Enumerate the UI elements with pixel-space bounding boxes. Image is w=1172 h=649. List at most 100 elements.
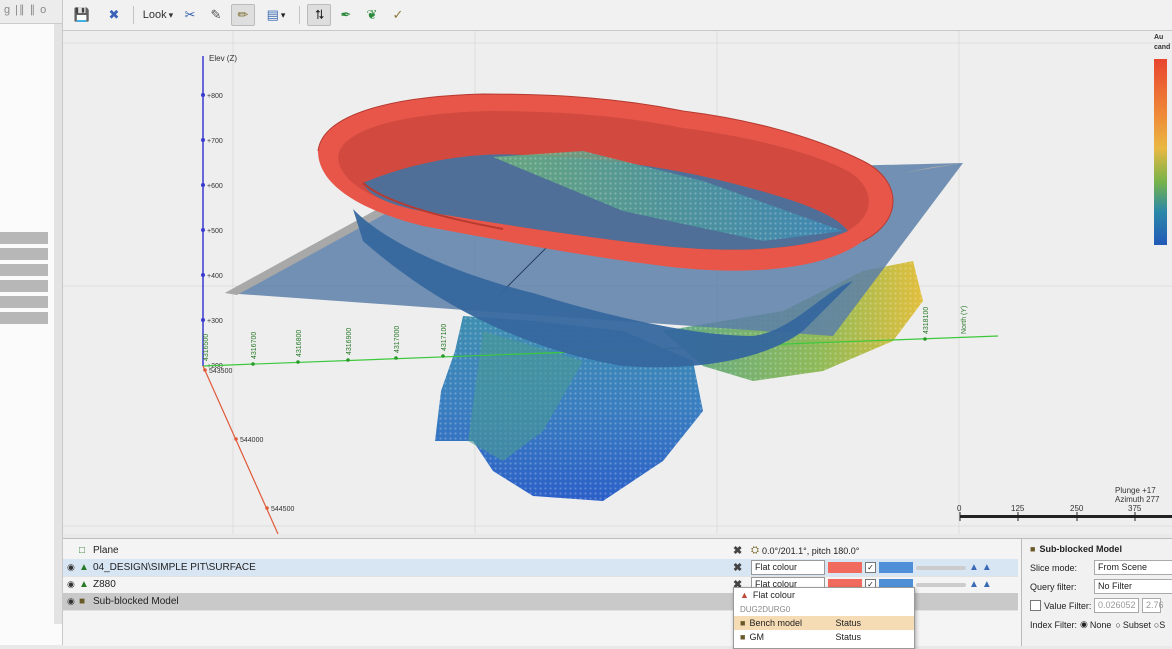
- opacity-slider[interactable]: [916, 582, 966, 587]
- value-filter-min[interactable]: 0.026052: [1094, 598, 1139, 613]
- tree-item[interactable]: [0, 312, 48, 324]
- legend-title: Au: [1154, 34, 1163, 41]
- paint-icon[interactable]: ▲: [969, 562, 979, 573]
- visibility-icon[interactable]: ◉: [67, 596, 79, 607]
- select-tool-button[interactable]: ⮁: [307, 4, 331, 26]
- value-filter-checkbox[interactable]: [1030, 600, 1041, 611]
- scene-viewport[interactable]: Elev (Z) +800 +700 +600 +500 +400 +300 +…: [63, 31, 1172, 534]
- block-model-icon: ■: [1030, 543, 1036, 554]
- slice-mode-select[interactable]: From Scene: [1094, 560, 1172, 575]
- object-name: Plane: [93, 545, 119, 556]
- elevation-axis: Elev (Z) +800 +700 +600 +500 +400 +300 +…: [201, 54, 237, 370]
- value-filter-label: Value Filter:: [1044, 600, 1092, 611]
- query-filter-select[interactable]: No Filter: [1094, 579, 1172, 594]
- north-axis-label: North (Y): [961, 306, 968, 334]
- option-label: Bench model: [749, 618, 802, 628]
- index-subset-label: Subset: [1122, 619, 1151, 630]
- transparency-checkbox[interactable]: ✓: [865, 562, 876, 573]
- look-label: Look: [142, 9, 167, 21]
- east-tick: 544000: [240, 437, 263, 444]
- option-label: Flat colour: [752, 590, 795, 600]
- chevron-down-icon: ▾: [168, 9, 174, 20]
- block-model-icon: ■: [79, 596, 86, 607]
- colour-swatch[interactable]: [828, 562, 862, 573]
- tree-item[interactable]: [0, 296, 48, 308]
- plunge-text: Plunge +17: [1115, 486, 1156, 495]
- east-tick: 544500: [271, 506, 294, 513]
- index-none-radio[interactable]: ◉: [1080, 619, 1088, 630]
- north-tick: 4316800: [296, 330, 303, 357]
- east-axis: 543500 544000 544500: [202, 365, 294, 534]
- option-status: Status: [835, 618, 861, 628]
- polyline-tool-button[interactable]: ✒: [335, 4, 357, 26]
- tree-item[interactable]: [0, 280, 48, 292]
- save-scene-button[interactable]: 💾: [71, 4, 93, 26]
- north-tick: 4317100: [441, 324, 448, 351]
- properties-panel: ■ Sub-blocked Model Slice mode: From Scene…: [1021, 539, 1172, 646]
- eraser-icon: ✖: [108, 7, 120, 22]
- dropdown-option-flat-colour[interactable]: ▲ Flat colour: [734, 588, 914, 602]
- draw-button[interactable]: ✏: [231, 4, 255, 26]
- north-tick: 4318100: [923, 307, 930, 334]
- measure-tool-button[interactable]: ✓: [387, 4, 409, 26]
- tree-scrollbar[interactable]: [54, 24, 62, 624]
- scale-tick: 375: [1128, 504, 1142, 513]
- index-filter-label: Index Filter:: [1030, 619, 1078, 630]
- properties-icon[interactable]: ▲: [982, 562, 992, 573]
- surface-icon: ▲: [79, 562, 89, 573]
- colour-mode-dropdown[interactable]: ▲ Flat colour DUG2DURG0 ■ Bench model Statu…: [733, 587, 915, 649]
- measure-icon: ✓: [392, 7, 404, 22]
- scale-tick: 125: [1011, 504, 1025, 513]
- index-subset-radio[interactable]: ○: [1115, 620, 1120, 630]
- view-mode-dropdown[interactable]: ▤ ▾: [259, 4, 293, 26]
- orientation-readout: Plunge +17 Azimuth 277: [1115, 486, 1160, 504]
- object-row[interactable]: ◉ ▲ 04_DESIGN\SIMPLE PIT\SURFACE ✖ Flat …: [63, 559, 1018, 577]
- north-tick: 4316700: [251, 332, 258, 359]
- cursor-icon: ⮁: [313, 7, 325, 22]
- scissors-icon: ✂: [184, 7, 196, 22]
- visibility-icon[interactable]: ◉: [67, 562, 79, 573]
- remove-object-button[interactable]: ✖: [733, 544, 751, 557]
- view-icon: ▤: [266, 7, 279, 22]
- value-filter-max[interactable]: 2.76: [1142, 598, 1164, 613]
- surface-icon: ▲: [79, 579, 89, 590]
- east-tick: 543500: [209, 368, 232, 375]
- north-tick: 4316900: [346, 328, 353, 355]
- scale-bar: 0 125 250 375: [957, 504, 1172, 521]
- back-colour-swatch[interactable]: [879, 562, 913, 573]
- option-status: Status: [835, 632, 861, 642]
- project-tree-panel: g |∥ ∥ o: [0, 0, 63, 645]
- clear-scene-button[interactable]: ✖: [103, 4, 125, 26]
- colour-mode-select[interactable]: Flat colour: [751, 560, 825, 575]
- north-tick: 4317000: [394, 326, 401, 353]
- paint-icon[interactable]: ▲: [969, 579, 979, 590]
- elev-tick: +800: [207, 93, 223, 100]
- plane-orientation-icon: ⛭: [751, 545, 759, 556]
- save-icon: 💾: [73, 7, 91, 22]
- elev-tick: +300: [207, 318, 223, 325]
- plane-icon: □: [79, 545, 86, 556]
- query-filter-label: Query filter:: [1030, 581, 1077, 592]
- attribute-icon: ■: [740, 632, 746, 642]
- dropdown-option-gm[interactable]: ■ GM Status: [734, 630, 914, 644]
- opacity-slider[interactable]: [916, 565, 966, 570]
- ruler-button[interactable]: ✎: [205, 4, 227, 26]
- tree-item[interactable]: [0, 248, 48, 260]
- tree-item[interactable]: [0, 264, 48, 276]
- object-name: 04_DESIGN\SIMPLE PIT\SURFACE: [93, 562, 256, 573]
- paint-tool-button[interactable]: ❦: [361, 4, 383, 26]
- slice-mode-label: Slice mode:: [1030, 562, 1078, 573]
- azimuth-text: Azimuth 277: [1115, 495, 1160, 504]
- remove-object-button[interactable]: ✖: [733, 561, 751, 574]
- slice-button[interactable]: ✂: [179, 4, 201, 26]
- tree-item[interactable]: [0, 232, 48, 244]
- object-row[interactable]: □ Plane ✖ ⛭ 0.0°/201.1°, pitch 180.0°: [63, 542, 1018, 560]
- visibility-icon[interactable]: ◉: [67, 579, 79, 590]
- ruler-icon: ✎: [210, 7, 222, 22]
- index-s-label: S: [1159, 619, 1166, 630]
- dropdown-subheader: DUG2DURG0: [740, 604, 791, 614]
- look-dropdown[interactable]: Look ▾: [139, 4, 177, 26]
- dropdown-option-bench-model[interactable]: ■ Bench model Status: [734, 616, 914, 630]
- scene-canvas[interactable]: Elev (Z) +800 +700 +600 +500 +400 +300 +…: [63, 31, 1172, 534]
- properties-icon[interactable]: ▲: [982, 579, 992, 590]
